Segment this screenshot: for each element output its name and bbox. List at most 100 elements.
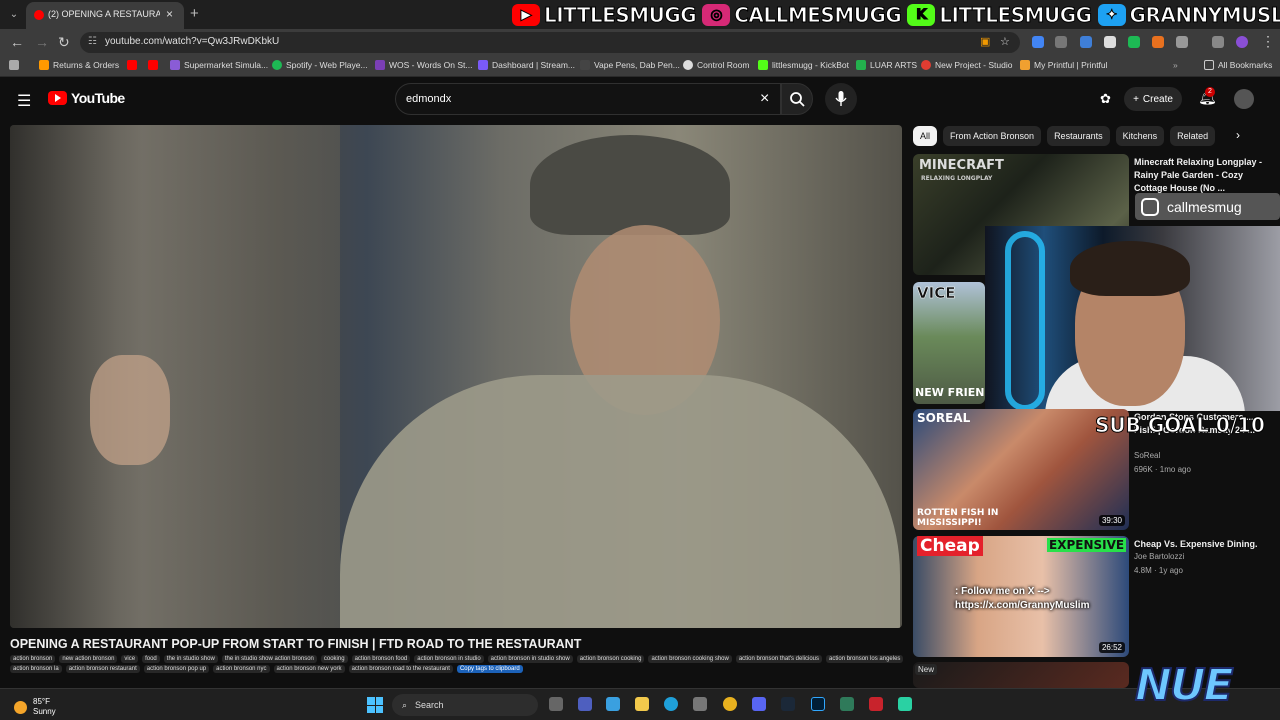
bookmark-item[interactable]: littlesmugg - KickBot [758,60,849,70]
video-tag[interactable]: action bronson food [351,655,411,663]
extension-icon[interactable] [1032,36,1044,48]
video-tag[interactable]: cooking [320,655,348,663]
video-tag[interactable]: new action bronson [59,655,118,663]
video-tag[interactable]: action bronson los angeles [826,655,904,663]
video-tag[interactable]: food [142,655,160,663]
copy-tags-button[interactable]: Copy tags to clipboard [456,665,523,673]
bookmark-item[interactable]: New Project - Studio [921,60,1012,70]
guide-menu-icon[interactable]: ☰ [17,91,31,111]
windows-start-icon[interactable] [367,697,383,713]
back-icon[interactable]: ← [10,34,24,50]
chip-kitchens[interactable]: Kitchens [1115,126,1165,146]
video-tag[interactable]: action bronson in studio show [487,655,573,663]
recommendation-title[interactable]: Minecraft Relaxing Longplay - Rainy Pale… [1134,156,1264,195]
video-tag[interactable]: action bronson nyc [213,665,270,673]
bookmark-item[interactable] [148,60,158,70]
photoshop-icon[interactable] [811,697,825,711]
video-tag[interactable]: action bronson pop up [143,665,210,673]
bookmark-item[interactable]: Dashboard | Stream... [478,60,575,70]
more-bookmarks-icon[interactable]: » [1173,60,1178,70]
new-tab-icon[interactable]: + [190,5,199,22]
video-tag[interactable]: action bronson [10,655,56,663]
steam-icon[interactable] [781,697,795,711]
tab-search-icon[interactable]: ⌄ [6,7,22,23]
bookmark-item[interactable]: LUAR ARTS [856,60,917,70]
extension-icon[interactable] [1128,36,1140,48]
omnibox[interactable]: ☷ youtube.com/watch?v=Qw3JRwDKbkU ▣ ☆ [80,32,1020,53]
extension-icon[interactable] [1152,36,1164,48]
video-tag[interactable]: action bronson that's delicious [735,655,823,663]
extension-badge-icon[interactable]: ▣ [980,35,990,48]
video-player[interactable] [10,125,902,628]
chip-related[interactable]: Related [1170,126,1216,146]
thumbnail-subtext: NEW FRIEN [915,386,985,399]
discord-icon[interactable] [752,697,766,711]
apps-grid-icon[interactable] [9,60,19,70]
create-button[interactable]: + Create [1124,87,1182,111]
video-tag[interactable]: action bronson restaurant [65,665,140,673]
app-icon[interactable] [869,697,883,711]
recommendation-title[interactable]: Cheap Vs. Expensive Dining. [1134,538,1264,551]
search-button[interactable] [781,83,813,115]
bookmark-item[interactable]: Control Room [683,60,749,70]
channel-name[interactable]: SoReal [1134,451,1160,460]
chevron-right-icon[interactable]: › [1236,128,1240,142]
channel-name[interactable]: Joe Bartolozzi [1134,552,1184,561]
chip-restaurants[interactable]: Restaurants [1047,126,1110,146]
youtube-logo[interactable]: YouTube [48,90,125,106]
reading-list-icon[interactable] [1212,36,1224,48]
video-tag[interactable]: action bronson cooking show [648,655,732,663]
video-tag[interactable]: action bronson cooking [576,655,645,663]
video-tag[interactable]: the in studio show action bronson [221,655,317,663]
search-input[interactable]: edmondx × [395,83,781,115]
reload-icon[interactable]: ↻ [58,34,70,51]
video-tag[interactable]: vice [121,655,139,663]
task-view-icon[interactable] [549,697,563,711]
chip-all[interactable]: All [913,126,938,146]
all-bookmarks-folder[interactable]: All Bookmarks [1204,60,1272,70]
close-tab-icon[interactable]: × [166,7,173,21]
bookmark-star-icon[interactable]: ☆ [1000,35,1010,48]
recommendation-thumbnail[interactable]: New [913,662,1129,688]
extension-icon[interactable] [1055,36,1067,48]
app-icon[interactable] [898,697,912,711]
file-explorer-icon[interactable] [635,697,649,711]
video-tag[interactable]: action bronson new york [273,665,345,673]
instagram-icon: ◎ [702,3,731,26]
bookmark-item[interactable]: Vape Pens, Dab Pen... [580,60,680,70]
forward-icon[interactable]: → [35,34,49,50]
chrome-menu-icon[interactable]: ⋮ [1261,33,1275,50]
chip-from-action-bronson[interactable]: From Action Bronson [943,126,1042,146]
site-info-icon[interactable]: ☷ [88,36,97,47]
extensions-puzzle-icon[interactable] [1176,36,1188,48]
active-tab[interactable]: (2) OPENING A RESTAURANT P... × [26,2,184,29]
store-icon[interactable] [693,697,707,711]
video-tag[interactable]: action bronson road to the restaurant [348,665,453,673]
thumbnail-text: Cheap [917,536,983,556]
bookmark-item[interactable]: My Printful | Printful [1020,60,1108,70]
taskbar-search[interactable]: ⌕ Search [392,694,538,716]
bookmark-item[interactable]: Spotify - Web Playe... [272,60,368,70]
recommendation-thumbnail[interactable]: VICE NEW FRIEN [913,282,985,404]
clear-search-icon[interactable]: × [760,90,769,108]
voice-search-button[interactable] [825,83,857,115]
bookmark-item[interactable] [127,60,137,70]
weather-widget[interactable]: 85°F Sunny [14,697,56,717]
cast-icon[interactable]: ✿ [1100,91,1111,107]
bookmark-item[interactable]: WOS - Words On St... [375,60,472,70]
notepad-icon[interactable] [840,697,854,711]
extension-icon[interactable] [1104,36,1116,48]
bookmark-item[interactable]: Returns & Orders [39,60,119,70]
account-avatar[interactable] [1234,89,1254,109]
bookmark-favicon-icon [478,60,488,70]
profile-avatar-icon[interactable] [1236,36,1248,48]
edge-icon[interactable] [664,697,678,711]
video-tag[interactable]: action bronson in studio [414,655,484,663]
teams-icon[interactable] [578,697,592,711]
copilot-icon[interactable] [606,697,620,711]
bookmark-item[interactable]: Supermarket Simula... [170,60,268,70]
chrome-icon[interactable] [723,697,737,711]
video-tag[interactable]: the in studio show [163,655,218,663]
extension-icon[interactable] [1080,36,1092,48]
video-tag[interactable]: action bronson la [10,665,62,673]
